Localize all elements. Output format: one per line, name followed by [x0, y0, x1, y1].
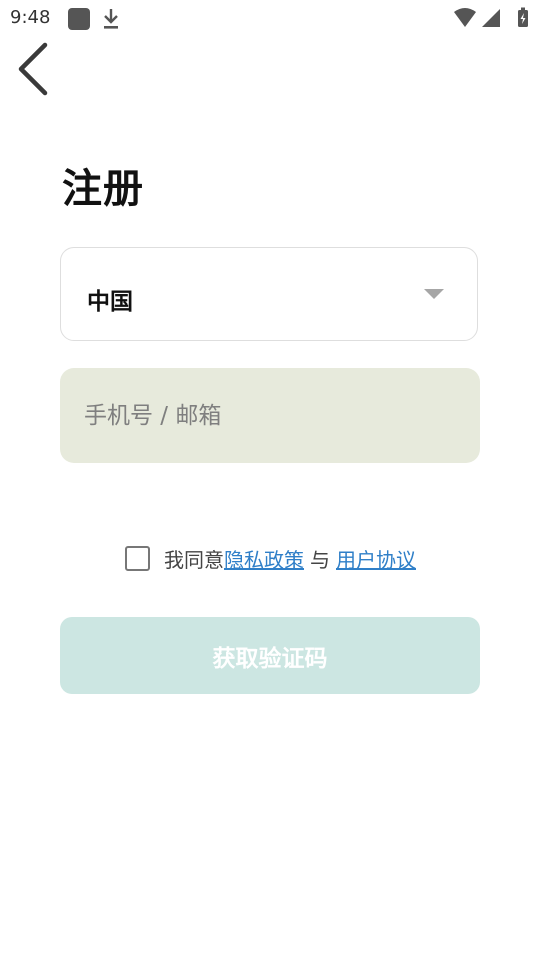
- phone-email-input[interactable]: [60, 368, 480, 463]
- signal-icon: [482, 9, 500, 27]
- wifi-icon: [454, 8, 476, 27]
- get-verification-code-button[interactable]: 获取验证码: [60, 617, 480, 694]
- country-select-value: 中国: [87, 289, 133, 315]
- agreement-separator: 与: [310, 547, 330, 572]
- agreement-prefix: 我同意: [164, 547, 224, 572]
- page-title: 注册: [62, 166, 144, 212]
- status-bar: 9:48: [0, 0, 540, 36]
- agreement-row: 我同意 隐私政策 与 用户协议: [125, 543, 416, 573]
- status-icons: [454, 7, 528, 27]
- status-time: 9:48: [10, 7, 51, 28]
- back-button[interactable]: [14, 40, 54, 100]
- app-square-icon: [68, 8, 90, 30]
- battery-charging-icon: [518, 7, 528, 27]
- country-select[interactable]: 中国: [60, 247, 478, 341]
- chevron-left-icon: [18, 42, 48, 96]
- privacy-policy-link[interactable]: 隐私政策: [224, 544, 304, 573]
- download-icon: [104, 9, 118, 29]
- caret-down-icon: [424, 289, 444, 299]
- user-agreement-link[interactable]: 用户协议: [336, 544, 416, 573]
- agreement-checkbox[interactable]: [125, 545, 150, 571]
